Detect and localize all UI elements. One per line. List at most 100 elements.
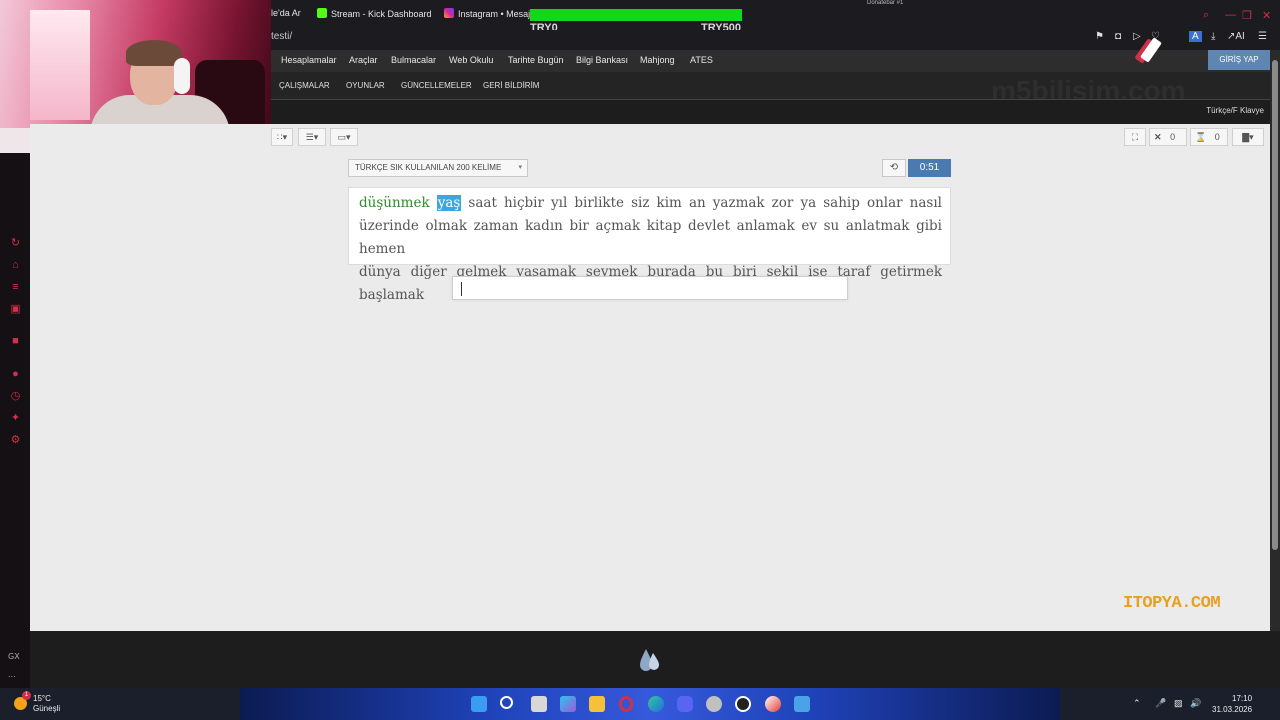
twitch-icon[interactable]: ■	[9, 335, 22, 348]
clock-date: 31.03.2026	[1212, 705, 1253, 714]
spotify-icon[interactable]: ●	[9, 368, 22, 381]
image-app-icon[interactable]	[794, 696, 810, 712]
task-view-icon[interactable]	[531, 696, 547, 712]
cleaner-icon[interactable]: ≡	[9, 281, 22, 294]
speed-dial-icon[interactable]: ↻	[9, 237, 22, 250]
webcam-headphone	[174, 58, 190, 94]
wrong-count: 0	[1170, 132, 1176, 142]
copilot-icon[interactable]	[560, 696, 576, 712]
minimize-icon[interactable]: —	[1225, 9, 1236, 21]
nav-hesaplamalar[interactable]: Hesaplamalar	[281, 55, 337, 65]
bottom-overlay-bar	[30, 631, 1280, 688]
tab-kick[interactable]: Stream - Kick Dashboard	[317, 8, 432, 19]
edge-icon[interactable]	[648, 696, 664, 712]
opera-gx-icon[interactable]	[619, 696, 633, 712]
address-bar[interactable]: testi/ ⚑ ◘ ▷ ♡ A ⤓ ↗AI ☰	[271, 30, 1280, 50]
keyboard-layout-label: Türkçe/F Klavye	[1206, 106, 1264, 115]
scrollbar-thumb[interactable]	[1272, 60, 1278, 550]
fullscreen-icon[interactable]: ⛶	[1124, 128, 1146, 146]
word-line-2: üzerinde olmak zaman kadın bir açmak kit…	[359, 218, 942, 257]
nav-geri-bildirim[interactable]: GERİ BİLDİRİM	[483, 81, 539, 90]
clock-time: 17:10	[1232, 694, 1253, 703]
instagram-icon	[444, 8, 454, 18]
wrong-counter: ✕ 0	[1149, 128, 1187, 146]
kick-icon	[317, 8, 327, 18]
monitor-icon[interactable]: ▭▾	[330, 128, 358, 146]
nav-mahjong[interactable]: Mahjong	[640, 55, 675, 65]
bag-icon[interactable]: ⌂	[9, 259, 22, 272]
nav-araclar[interactable]: Araçlar	[349, 55, 378, 65]
site-subheader: Türkçe/F Klavye	[271, 99, 1270, 124]
nav-web-okulu[interactable]: Web Okulu	[449, 55, 493, 65]
restart-button[interactable]: ⟲	[882, 159, 906, 177]
extensions-icon[interactable]: ✦	[9, 412, 22, 425]
close-icon[interactable]: ✕	[1262, 9, 1271, 22]
search-icon[interactable]	[500, 696, 513, 709]
login-button[interactable]: GİRİŞ YAP	[1208, 50, 1270, 70]
windows-taskbar: 1 15°C Güneşli ⌃ 🎤 ▨ 🔊 17:10 31.03.2026	[0, 688, 1280, 720]
sponsor-logo: ITOPYA.COM	[1123, 594, 1221, 613]
word-display-panel: düşünmek yaş saat hiçbir yıl birlikte si…	[348, 187, 951, 303]
system-clock[interactable]: 17:10 31.03.2026	[1212, 693, 1252, 715]
profile-icon[interactable]: A	[1189, 31, 1202, 42]
grid-view-icon[interactable]: ∷▾	[271, 128, 293, 146]
nav-tarihte-bugun[interactable]: Tarihte Bugün	[508, 55, 564, 65]
discord-icon[interactable]	[677, 696, 693, 712]
more-options[interactable]: ...	[8, 670, 16, 679]
microphone-icon[interactable]: 🎤	[1155, 698, 1166, 709]
obs-icon[interactable]	[735, 696, 751, 712]
restart-icon: ⟲	[889, 162, 899, 173]
volume-icon[interactable]: 🔊	[1190, 698, 1201, 709]
messenger-icon[interactable]: ▣	[9, 303, 22, 316]
water-drop-icon	[640, 649, 659, 671]
gx-label[interactable]: GX	[8, 652, 20, 661]
nav-calismalar[interactable]: ÇALIŞMALAR	[279, 81, 330, 90]
stats-chart-icon[interactable]: ▇▾	[1232, 128, 1264, 146]
menu-icon[interactable]: ☰	[1258, 31, 1267, 42]
tab-instagram[interactable]: Instagram • Mesaji	[444, 8, 532, 19]
word-list-select[interactable]: TÜRKÇE SIK KULLANILAN 200 KELİME ▾	[348, 159, 528, 177]
tab-label: Instagram • Mesaji	[458, 9, 533, 19]
play-icon[interactable]: ▷	[1133, 31, 1141, 42]
nav-ates[interactable]: ATES	[690, 55, 713, 65]
nav-bilgi-bankasi[interactable]: Bilgi Bankası	[576, 55, 628, 65]
words-remaining-line-1: saat hiçbir yıl birlikte siz kim an yazm…	[468, 195, 942, 211]
search-icon[interactable]: ⌕	[1203, 9, 1209, 22]
hourglass-icon: ⌛	[1195, 132, 1207, 142]
word-line-1: düşünmek yaş saat hiçbir yıl birlikte si…	[359, 192, 942, 215]
screen: ↻ ⌂ ≡ ▣ ■ ● ◷ ✦ ⚙ GX ... le'da Ar Stream…	[0, 0, 1280, 720]
pin-icon[interactable]: ⚑	[1095, 31, 1104, 42]
donation-progress-bar	[530, 9, 742, 21]
notification-badge: 1	[22, 691, 31, 700]
wrong-icon: ✕	[1154, 132, 1162, 142]
list-view-icon[interactable]: ☰▾	[298, 128, 326, 146]
tray-chevron-up-icon[interactable]: ⌃	[1133, 698, 1141, 709]
settings-gear-icon[interactable]	[706, 696, 722, 712]
typing-input[interactable]	[452, 276, 848, 300]
nav-guncellemeler[interactable]: GÜNCELLEMELER	[401, 81, 472, 90]
pending-count: 0	[1214, 132, 1220, 142]
adblock-icon[interactable]: ◘	[1115, 31, 1121, 42]
windows-start-icon[interactable]	[471, 696, 487, 712]
weather-widget[interactable]: 1 15°C Güneşli	[14, 691, 60, 714]
tab-1[interactable]: le'da Ar	[271, 8, 301, 18]
tab-label: Stream - Kick Dashboard	[331, 9, 432, 19]
nav-bulmacalar[interactable]: Bulmacalar	[391, 55, 436, 65]
history-icon[interactable]: ◷	[9, 390, 22, 403]
app-icon[interactable]	[765, 696, 781, 712]
url-text[interactable]: testi/	[271, 31, 292, 42]
site-secondary-nav: m5bilisim.com ÇALIŞMALAR OYUNLAR GÜNCELL…	[271, 72, 1270, 106]
word-correct: düşünmek	[359, 195, 430, 211]
maximize-icon[interactable]: ❐	[1242, 9, 1252, 22]
nav-oyunlar[interactable]: OYUNLAR	[346, 81, 385, 90]
page-scrollbar[interactable]	[1270, 50, 1280, 631]
typing-test-content: ∷▾ ☰▾ ▭▾ ⛶ ✕ 0 ⌛ 0 ▇▾ TÜRKÇE SIK KULLANI…	[30, 124, 1270, 631]
chevron-down-icon: ▾	[518, 164, 522, 171]
network-icon[interactable]: ▨	[1174, 698, 1183, 709]
settings-gear-icon[interactable]: ⚙	[9, 434, 22, 447]
download-icon[interactable]: ⤓	[1211, 31, 1215, 42]
ai-icon[interactable]: ↗AI	[1227, 31, 1245, 42]
tab-bar: le'da Ar Stream - Kick Dashboard Instagr…	[271, 0, 1280, 34]
donation-title: Donatebar #1	[867, 0, 904, 6]
file-explorer-icon[interactable]	[589, 696, 605, 712]
